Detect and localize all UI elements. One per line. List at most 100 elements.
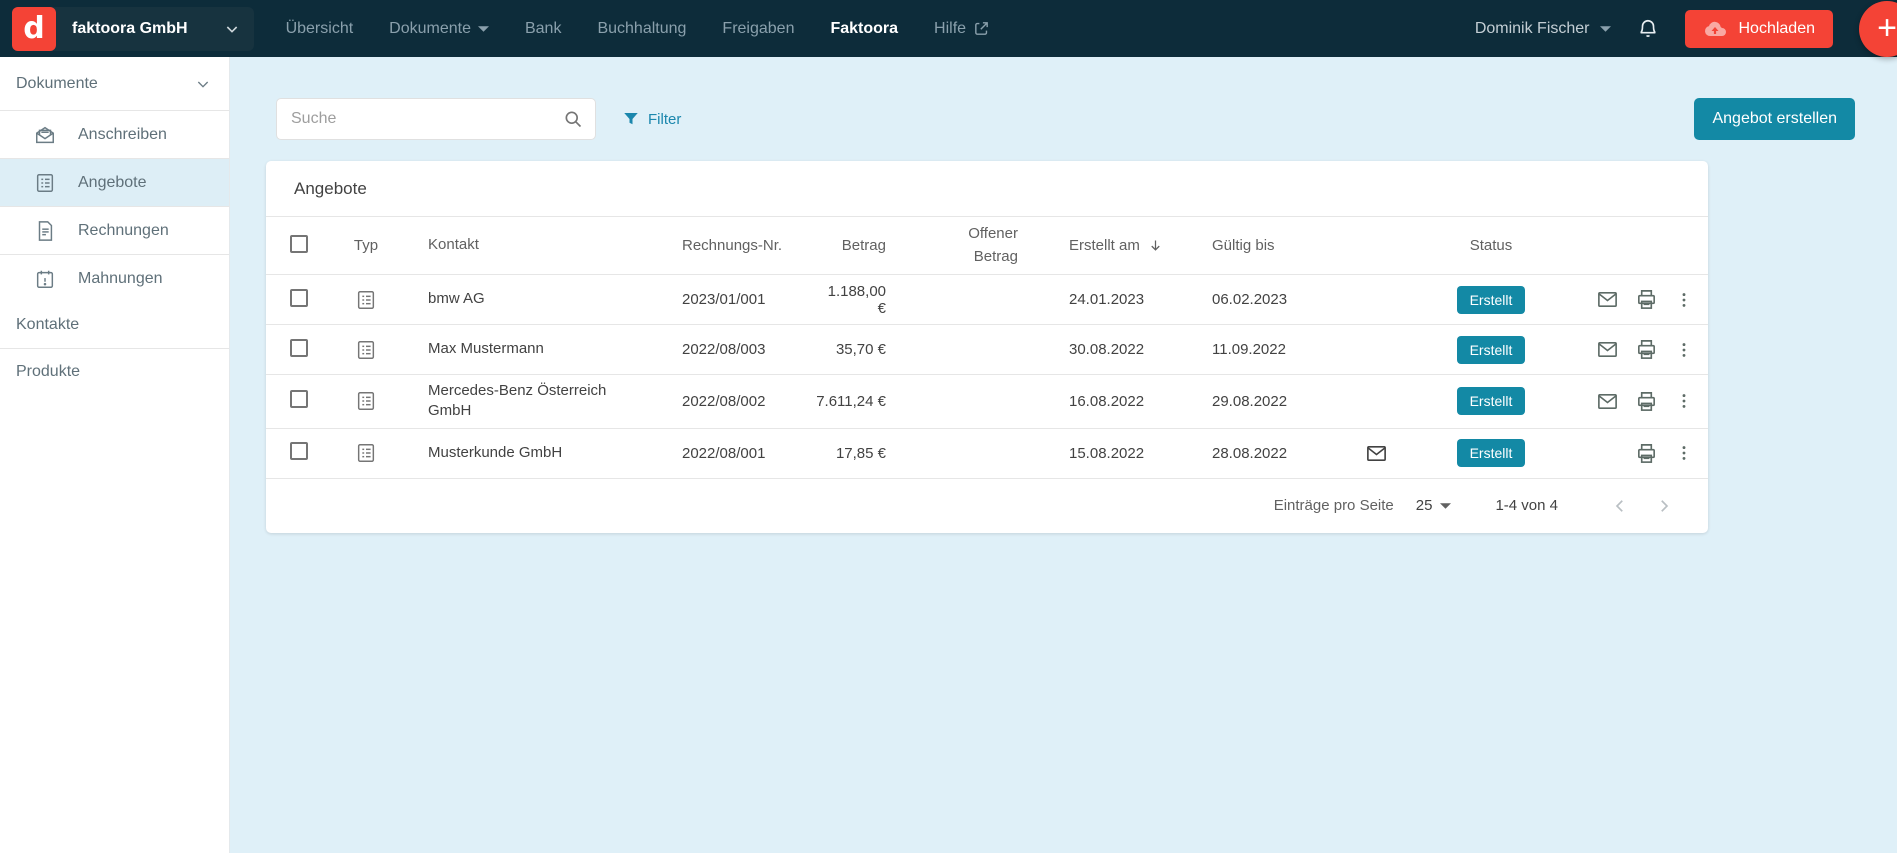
sort-arrow-down-icon <box>1148 238 1163 253</box>
search-input[interactable] <box>291 110 563 128</box>
document-icon <box>34 220 56 242</box>
filter-button[interactable]: Filter <box>622 110 681 128</box>
cell-gueltig-bis: 11.09.2022 <box>1196 335 1346 364</box>
nav-uebersicht[interactable]: Übersicht <box>286 20 354 38</box>
sidebar-item-mahnungen[interactable]: Mahnungen <box>0 255 229 302</box>
nav-hilfe[interactable]: Hilfe <box>934 20 990 38</box>
cell-kontakt: Mercedes-Benz Österreich GmbH <box>396 375 666 428</box>
cell-offener-betrag <box>936 447 1046 459</box>
sidebar: Dokumente Anschreiben Angebote Rechnunge… <box>0 57 230 853</box>
cell-offener-betrag <box>936 395 1046 407</box>
column-header-offener-betrag[interactable]: Offener Betrag <box>936 217 1046 274</box>
row-menu-kebab-icon[interactable] <box>1674 340 1694 360</box>
per-page-select[interactable]: 25 <box>1416 497 1452 514</box>
cell-offener-betrag <box>936 344 1046 356</box>
cell-betrag: 7.611,24 € <box>816 387 936 416</box>
table-row[interactable]: Musterkunde GmbH 2022/08/001 17,85 € 15.… <box>266 429 1708 479</box>
search-icon[interactable] <box>563 109 583 129</box>
cell-rechnungs-nr: 2022/08/002 <box>666 387 816 416</box>
per-page-label: Einträge pro Seite <box>1274 497 1394 514</box>
nav-bank[interactable]: Bank <box>525 20 561 38</box>
toolbar: Filter Angebot erstellen <box>276 98 1855 140</box>
table-row[interactable]: Max Mustermann 2022/08/003 35,70 € 30.08… <box>266 325 1708 375</box>
print-button[interactable] <box>1635 442 1658 465</box>
status-badge: Erstellt <box>1457 336 1526 364</box>
row-checkbox[interactable] <box>290 289 308 307</box>
column-header-typ[interactable]: Typ <box>336 231 396 260</box>
company-name: faktoora GmbH <box>72 20 188 38</box>
sidebar-item-rechnungen[interactable]: Rechnungen <box>0 207 229 254</box>
main-content: Filter Angebot erstellen Angebote Typ Ko… <box>231 57 1897 853</box>
sent-mail-icon <box>1346 436 1406 471</box>
sidebar-section-dokumente[interactable]: Dokumente <box>0 57 229 110</box>
caret-down-icon <box>1440 502 1451 510</box>
add-fab-button[interactable]: + <box>1859 1 1897 57</box>
offers-card: Angebote Typ Kontakt Rechnungs-Nr. Betra… <box>266 161 1708 533</box>
user-menu[interactable]: Dominik Fischer <box>1475 20 1611 38</box>
notifications-bell-icon[interactable] <box>1637 18 1659 40</box>
row-menu-kebab-icon[interactable] <box>1674 391 1694 411</box>
row-checkbox[interactable] <box>290 442 308 460</box>
top-navigation-bar: d faktoora GmbH Übersicht Dokumente Bank… <box>0 0 1897 57</box>
print-button[interactable] <box>1635 338 1658 361</box>
cell-betrag: 17,85 € <box>816 439 936 468</box>
column-header-kontakt[interactable]: Kontakt <box>396 229 666 261</box>
cloud-upload-icon <box>1703 17 1727 41</box>
send-mail-button[interactable] <box>1596 338 1619 361</box>
cell-kontakt: bmw AG <box>396 283 666 315</box>
table-row[interactable]: Mercedes-Benz Österreich GmbH 2022/08/00… <box>266 375 1708 429</box>
next-page-button[interactable] <box>1642 497 1686 515</box>
chevron-down-icon <box>195 76 211 92</box>
cell-erstellt-am: 30.08.2022 <box>1046 335 1196 364</box>
main-nav: Übersicht Dokumente Bank Buchhaltung Fre… <box>286 20 990 38</box>
cell-rechnungs-nr: 2022/08/003 <box>666 335 816 364</box>
sidebar-item-kontakte[interactable]: Kontakte <box>0 302 229 348</box>
offer-type-icon <box>336 283 396 317</box>
column-header-betrag[interactable]: Betrag <box>816 231 936 260</box>
send-mail-button[interactable] <box>1596 288 1619 311</box>
select-all-checkbox[interactable] <box>290 235 308 253</box>
previous-page-button[interactable] <box>1598 497 1642 515</box>
nav-buchhaltung[interactable]: Buchhaltung <box>597 20 686 38</box>
sidebar-item-produkte[interactable]: Produkte <box>0 349 229 395</box>
upload-button[interactable]: Hochladen <box>1685 10 1834 48</box>
row-checkbox[interactable] <box>290 339 308 357</box>
table-row[interactable]: bmw AG 2023/01/001 1.188,00 € 24.01.2023… <box>266 275 1708 325</box>
list-icon <box>34 172 56 194</box>
chevron-down-icon <box>224 21 240 37</box>
column-header-erstellt-am[interactable]: Erstellt am <box>1046 231 1196 260</box>
cell-kontakt: Max Mustermann <box>396 333 666 365</box>
table-header-row: Typ Kontakt Rechnungs-Nr. Betrag Offener… <box>266 216 1708 275</box>
row-menu-kebab-icon[interactable] <box>1674 443 1694 463</box>
pagination-range: 1-4 von 4 <box>1495 497 1558 514</box>
faktoora-logo: d <box>12 7 56 51</box>
print-button[interactable] <box>1635 288 1658 311</box>
sidebar-item-anschreiben[interactable]: Anschreiben <box>0 111 229 158</box>
nav-dokumente[interactable]: Dokumente <box>389 20 489 38</box>
row-menu-kebab-icon[interactable] <box>1674 290 1694 310</box>
create-offer-button[interactable]: Angebot erstellen <box>1694 98 1855 140</box>
cell-betrag: 35,70 € <box>816 335 936 364</box>
sidebar-item-angebote[interactable]: Angebote <box>0 159 229 206</box>
cell-gueltig-bis: 06.02.2023 <box>1196 285 1346 314</box>
caret-down-icon <box>478 25 489 33</box>
column-header-status[interactable]: Status <box>1406 231 1576 260</box>
print-button[interactable] <box>1635 390 1658 413</box>
nav-freigaben[interactable]: Freigaben <box>722 20 794 38</box>
column-header-gueltig-bis[interactable]: Gültig bis <box>1196 231 1346 260</box>
column-header-rechnungs-nr[interactable]: Rechnungs-Nr. <box>666 231 816 260</box>
cell-gueltig-bis: 28.08.2022 <box>1196 439 1346 468</box>
nav-faktoora[interactable]: Faktoora <box>830 20 898 38</box>
send-mail-button[interactable] <box>1596 390 1619 413</box>
cell-kontakt: Musterkunde GmbH <box>396 437 666 469</box>
cell-rechnungs-nr: 2022/08/001 <box>666 439 816 468</box>
search-box <box>276 98 596 140</box>
offer-type-icon <box>336 333 396 367</box>
cell-rechnungs-nr: 2023/01/001 <box>666 285 816 314</box>
company-selector[interactable]: d faktoora GmbH <box>12 7 254 51</box>
external-link-icon <box>973 20 990 37</box>
topbar-right: Dominik Fischer Hochladen + <box>1475 1 1897 57</box>
letter-icon <box>34 124 56 146</box>
table-pagination: Einträge pro Seite 25 1-4 von 4 <box>266 479 1708 533</box>
row-checkbox[interactable] <box>290 390 308 408</box>
